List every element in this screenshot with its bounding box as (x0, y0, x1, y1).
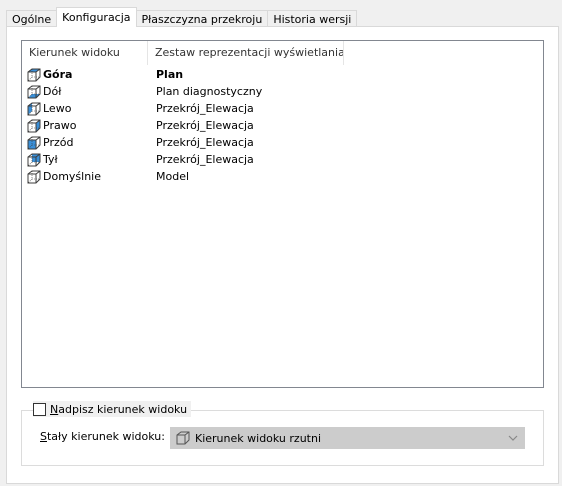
list-item[interactable]: Góra Plan (22, 66, 543, 83)
view-top-icon (27, 68, 41, 81)
override-checkbox-label[interactable]: Nadpisz kierunek widoku (50, 403, 187, 416)
list-item[interactable]: Tył Przekrój_Elewacja (22, 151, 543, 168)
view-direction-label: Dół (43, 85, 62, 98)
override-checkbox[interactable] (33, 402, 46, 416)
view-default-icon (27, 170, 41, 183)
display-set-cell: Model (156, 170, 190, 183)
display-set-cell: Przekrój_Elewacja (156, 136, 254, 149)
view-direction-cell: Przód (22, 134, 148, 151)
view-direction-label: Tył (43, 153, 58, 166)
view-direction-label: Lewo (43, 102, 72, 115)
view-left-icon (27, 102, 41, 115)
fixed-direction-dropdown[interactable]: Kierunek widoku rzutni (170, 427, 525, 449)
fixed-direction-value: Kierunek widoku rzutni (195, 431, 322, 445)
display-set-cell: Plan diagnostyczny (156, 85, 263, 98)
view-direction-cell: Lewo (22, 100, 148, 117)
tab-bar: Ogólne Konfiguracja Płaszczyzna przekroj… (6, 7, 358, 27)
list-item[interactable]: Domyślnie Model (22, 168, 543, 185)
view-direction-label: Domyślnie (43, 170, 102, 183)
view-direction-cell: Góra (22, 66, 148, 83)
list-item[interactable]: Lewo Przekrój_Elewacja (22, 100, 543, 117)
dialog-root: Ogólne Konfiguracja Płaszczyzna przekroj… (0, 0, 562, 486)
list-header: Kierunek widoku Zestaw reprezentacji wyś… (22, 41, 543, 66)
view-direction-label: Prawo (43, 119, 77, 132)
fixed-direction-label: Stały kierunek widoku: (40, 430, 165, 443)
view-direction-label: Przód (43, 136, 74, 149)
tab-section-plane[interactable]: Płaszczyzna przekroju (135, 10, 269, 27)
display-set-cell: Plan (156, 68, 184, 81)
column-header-view-direction[interactable]: Kierunek widoku (22, 41, 148, 65)
view-direction-cell: Domyślnie (22, 168, 148, 185)
display-set-cell: Przekrój_Elewacja (156, 153, 254, 166)
tab-configuration[interactable]: Konfiguracja (56, 7, 137, 27)
tab-version-history[interactable]: Historia wersji (267, 10, 358, 27)
view-direction-list[interactable]: Kierunek widoku Zestaw reprezentacji wyś… (21, 40, 544, 388)
display-set-cell: Przekrój_Elewacja (156, 119, 254, 132)
view-bottom-icon (27, 85, 41, 98)
view-right-icon (27, 119, 41, 132)
view-direction-cell: Tył (22, 151, 148, 168)
view-direction-label: Góra (43, 68, 73, 81)
list-item[interactable]: Przód Przekrój_Elewacja (22, 134, 543, 151)
view-front-icon (27, 136, 41, 149)
view-direction-cell: Prawo (22, 117, 148, 134)
list-rows: Góra Plan Dół Plan diagnostyczny Lewo Przekró… (22, 66, 543, 185)
tab-general[interactable]: Ogólne (6, 10, 58, 27)
list-item[interactable]: Prawo Przekrój_Elewacja (22, 117, 543, 134)
display-set-cell: Przekrój_Elewacja (156, 102, 254, 115)
view-direction-cell: Dół (22, 83, 148, 100)
chevron-down-icon (508, 435, 518, 441)
override-checkbox-row[interactable]: Nadpisz kierunek widoku (33, 401, 192, 417)
column-header-display-set[interactable]: Zestaw reprezentacji wyświetlania (148, 41, 344, 65)
view-back-icon (27, 153, 41, 166)
list-item[interactable]: Dół Plan diagnostyczny (22, 83, 543, 100)
view-default-icon (176, 431, 190, 445)
